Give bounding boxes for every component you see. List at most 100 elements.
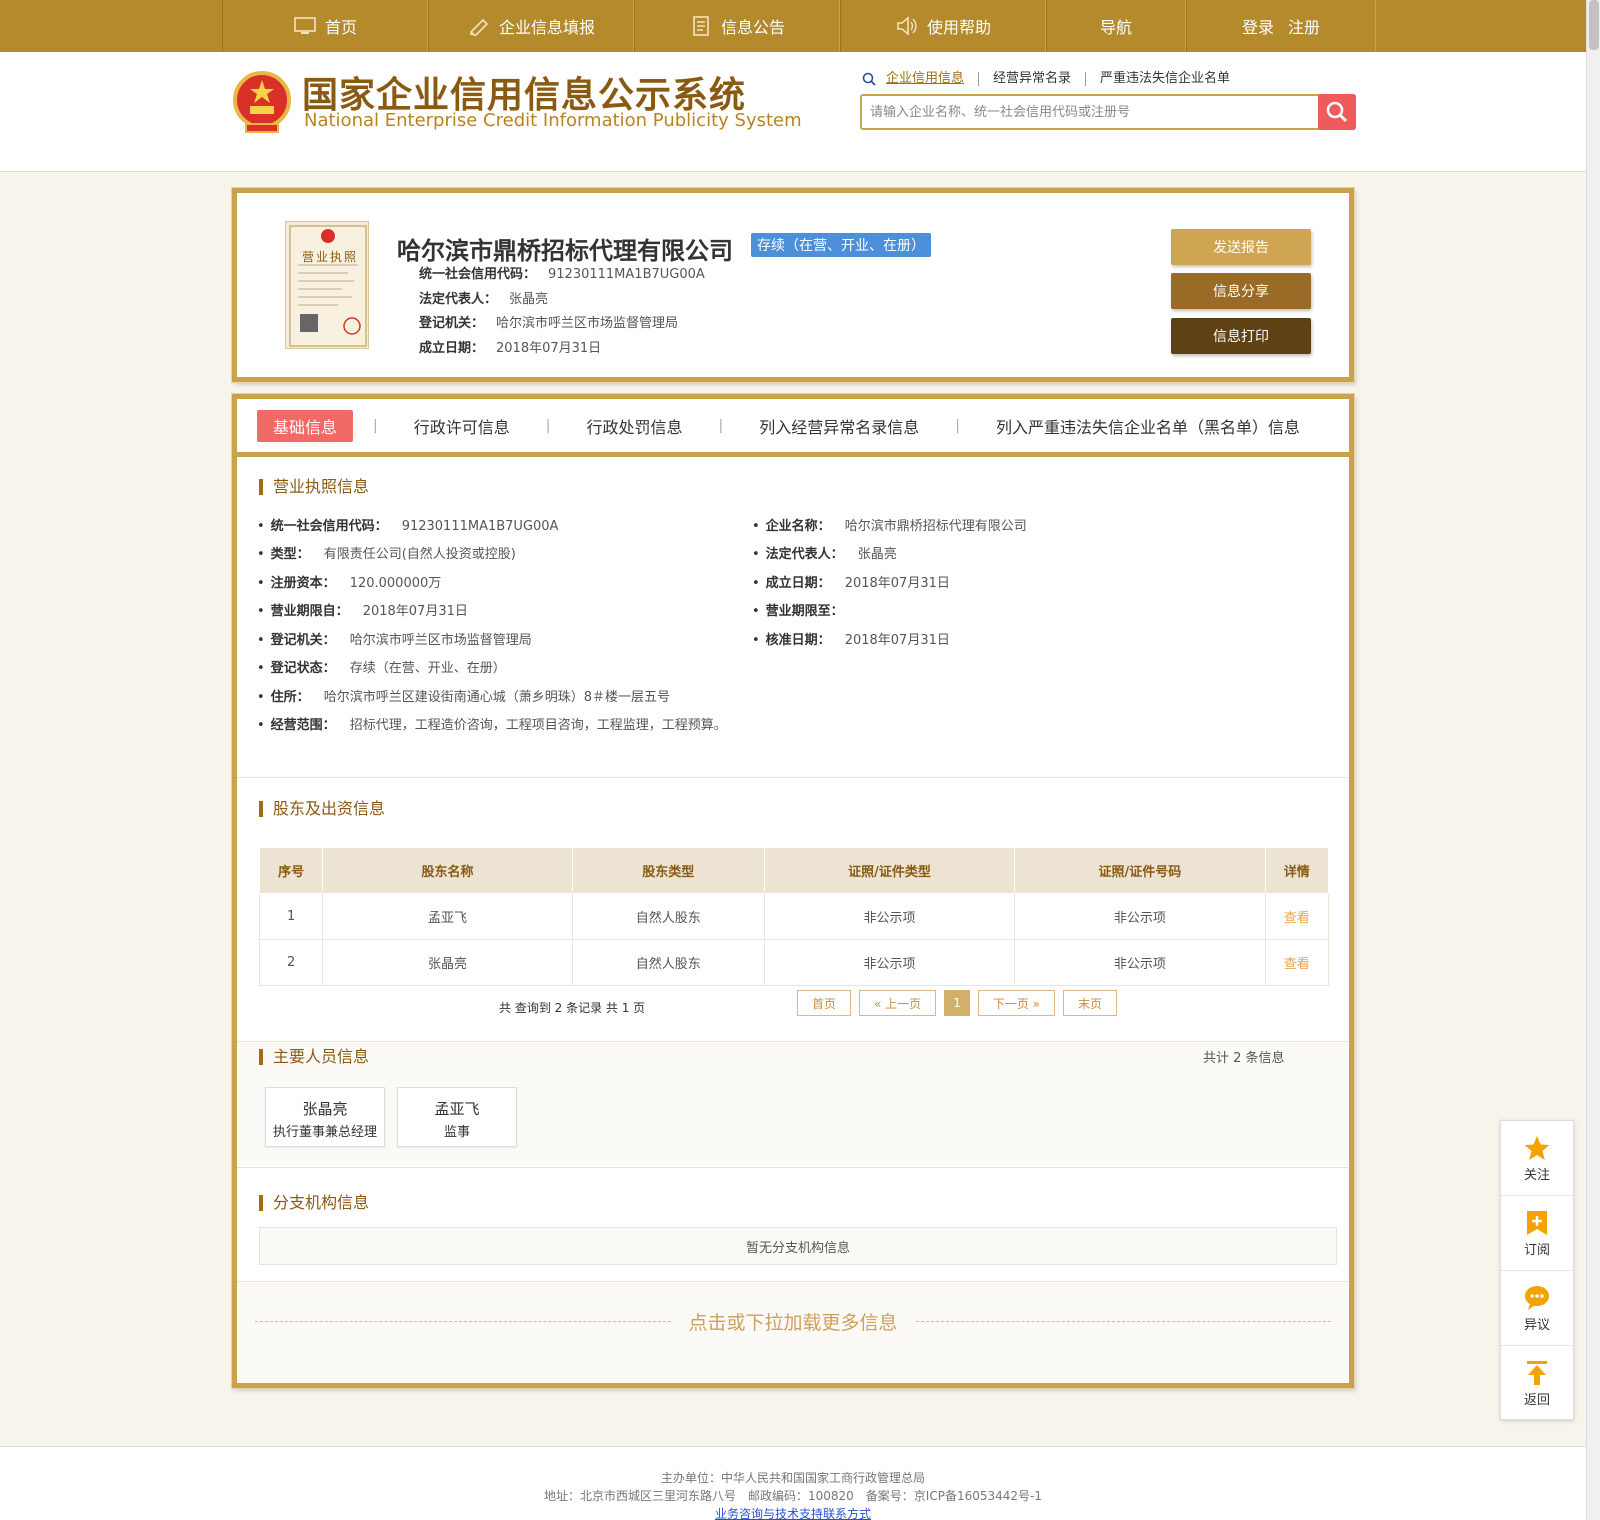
field-label: 经营范围： xyxy=(270,718,336,733)
branches-section-title: 分支机构信息 xyxy=(259,1195,369,1211)
page-next-button[interactable]: 下一页 » xyxy=(977,990,1055,1016)
nav-notice[interactable]: 信息公告 xyxy=(634,0,840,52)
reg-authority-value: 哈尔滨市呼兰区市场监督管理局 xyxy=(496,316,679,331)
field-reg-status: • 登记状态： 存续（在营、开业、在册） xyxy=(257,657,506,676)
site-subtitle: National Enterprise Credit Information P… xyxy=(304,110,802,131)
business-license-thumbnail[interactable]: 营业执照 xyxy=(285,221,369,349)
tab-abnormal-list[interactable]: 列入经营异常名录信息 xyxy=(743,410,935,442)
license-text: 营业执照 xyxy=(302,250,359,264)
field-value: 哈尔滨市鼎桥招标代理有限公司 xyxy=(844,519,1027,534)
star-icon xyxy=(1524,1135,1550,1160)
nav-account: 登录 注册 xyxy=(1186,0,1376,52)
bullet: • xyxy=(257,690,265,705)
field-label: 营业期限自： xyxy=(270,604,349,619)
tab-admin-license[interactable]: 行政许可信息 xyxy=(398,410,526,442)
search-link-abnormal[interactable]: 经营异常名录 xyxy=(979,72,1087,86)
footer-sponsor: 主办单位：中华人民共和国国家工商行政管理总局 xyxy=(660,1471,925,1485)
nav-report[interactable]: 企业信息填报 xyxy=(428,0,634,52)
page-current[interactable]: 1 xyxy=(944,990,970,1016)
page-prev-button[interactable]: « 上一页 xyxy=(859,990,937,1016)
page-last-button[interactable]: 末页 xyxy=(1063,990,1118,1016)
bullet: • xyxy=(257,604,265,619)
scrollbar[interactable] xyxy=(1586,0,1600,1520)
est-date-row: 成立日期： 2018年07月31日 xyxy=(419,337,601,356)
bullet: • xyxy=(257,547,265,562)
back-to-top-button[interactable]: 返回 xyxy=(1501,1346,1573,1421)
load-more-button[interactable]: 点击或下拉加载更多信息 xyxy=(237,1301,1349,1341)
objection-button[interactable]: 异议 xyxy=(1501,1271,1573,1346)
login-link[interactable]: 登录 xyxy=(1242,14,1274,38)
search-button[interactable] xyxy=(1318,94,1356,130)
field-label: 统一社会信用代码： xyxy=(270,519,388,534)
credit-code-label: 统一社会信用代码： xyxy=(419,267,537,282)
nav-guide[interactable]: 导航 xyxy=(1046,0,1186,52)
subscribe-button[interactable]: 订阅 xyxy=(1501,1196,1573,1271)
field-value: 2018年07月31日 xyxy=(844,633,950,648)
scrollbar-thumb[interactable] xyxy=(1589,0,1599,50)
search-type-links: 企业信用信息 经营异常名录 严重违法失信企业名单 xyxy=(862,72,1244,86)
tab-basic-info[interactable]: 基础信息 xyxy=(257,409,354,442)
person-role: 执行董事兼总经理 xyxy=(272,1125,377,1140)
field-value: 120.000000万 xyxy=(349,576,442,591)
bullet: • xyxy=(257,718,265,733)
col-type: 股东类型 xyxy=(571,847,765,894)
search-link-blacklist[interactable]: 严重违法失信企业名单 xyxy=(1086,72,1244,86)
field-term-to: • 营业期限至： xyxy=(752,600,858,619)
bullet: • xyxy=(752,633,760,648)
field-address: • 住所： 哈尔滨市呼兰区建设街南通心城（萧乡明珠）8＃楼一层五号 xyxy=(257,686,670,705)
objection-label: 异议 xyxy=(1523,1317,1550,1333)
share-button[interactable]: 信息分享 xyxy=(1171,273,1311,309)
cell-type: 自然人股东 xyxy=(571,939,765,986)
person-card[interactable]: 孟亚飞 监事 xyxy=(397,1087,517,1147)
est-date-label: 成立日期： xyxy=(419,341,485,356)
floating-toolbar: 关注 订阅 异议 返回 xyxy=(1500,1120,1574,1420)
person-name: 孟亚飞 xyxy=(434,1100,480,1118)
follow-label: 关注 xyxy=(1523,1167,1550,1183)
field-credit-code: • 统一社会信用代码： 91230111MA1B7UG00A xyxy=(257,515,558,534)
send-report-button[interactable]: 发送报告 xyxy=(1171,229,1311,265)
chat-bubble-icon xyxy=(1525,1285,1549,1310)
follow-button[interactable]: 关注 xyxy=(1501,1121,1573,1196)
search-input[interactable] xyxy=(862,96,1318,128)
footer-address: 地址：北京市西城区三里河东路八号 邮政编码：100820 备案号：京ICP备16… xyxy=(543,1489,1042,1503)
company-name: 哈尔滨市鼎桥招标代理有限公司 xyxy=(397,237,733,265)
branches-empty-message: 暂无分支机构信息 xyxy=(259,1227,1337,1265)
field-est-date: • 成立日期： 2018年07月31日 xyxy=(752,572,950,591)
person-card[interactable]: 张晶亮 执行董事兼总经理 xyxy=(265,1087,385,1147)
col-index: 序号 xyxy=(258,847,324,894)
tab-admin-penalty[interactable]: 行政处罚信息 xyxy=(570,410,698,442)
bullet: • xyxy=(257,661,265,676)
tab-blacklist[interactable]: 列入严重违法失信企业名单（黑名单）信息 xyxy=(980,410,1316,442)
footer-support-link[interactable]: 业务咨询与技术支持联系方式 xyxy=(715,1507,871,1520)
legal-rep-row: 法定代表人： 张晶亮 xyxy=(419,288,548,307)
page-first-button[interactable]: 首页 xyxy=(797,990,852,1016)
section-divider xyxy=(237,1041,1349,1042)
bullet: • xyxy=(257,519,265,534)
nav-home[interactable]: 首页 xyxy=(222,0,428,52)
register-link[interactable]: 注册 xyxy=(1288,14,1320,38)
field-reg-capital: • 注册资本： 120.000000万 xyxy=(257,572,441,591)
print-button[interactable]: 信息打印 xyxy=(1171,318,1311,354)
shareholders-table: 序号 股东名称 股东类型 证照/证件类型 证照/证件号码 详情 1 孟亚飞 自然… xyxy=(258,847,1330,986)
field-value: 有限责任公司(自然人投资或控股) xyxy=(323,547,516,562)
table-row: 1 孟亚飞 自然人股东 非公示项 非公示项 查看 xyxy=(258,893,1330,940)
nav-help[interactable]: 使用帮助 xyxy=(840,0,1046,52)
nav-notice-label: 信息公告 xyxy=(720,18,785,37)
search-link-credit[interactable]: 企业信用信息 xyxy=(882,72,980,86)
field-label: 住所： xyxy=(270,690,310,705)
dashed-line xyxy=(255,1320,671,1322)
load-more-label: 点击或下拉加载更多信息 xyxy=(688,1311,898,1334)
reg-authority-label: 登记机关： xyxy=(419,316,485,331)
view-detail-link[interactable]: 查看 xyxy=(1264,939,1330,986)
dashed-line xyxy=(915,1320,1332,1322)
credit-code-row: 统一社会信用代码： 91230111MA1B7UG00A xyxy=(419,263,705,282)
field-business-scope: • 经营范围： 招标代理，工程造价咨询，工程项目咨询，工程监理，工程预算。 xyxy=(257,714,727,733)
view-detail-link[interactable]: 查看 xyxy=(1264,893,1330,940)
bullet: • xyxy=(257,633,265,648)
cell-id-number: 非公示项 xyxy=(1014,939,1266,986)
personnel-section-title: 主要人员信息 xyxy=(259,1049,369,1065)
field-label: 企业名称： xyxy=(765,519,831,534)
nav-home-label: 首页 xyxy=(324,18,357,37)
cell-index: 1 xyxy=(258,893,324,940)
field-label: 注册资本： xyxy=(270,576,336,591)
